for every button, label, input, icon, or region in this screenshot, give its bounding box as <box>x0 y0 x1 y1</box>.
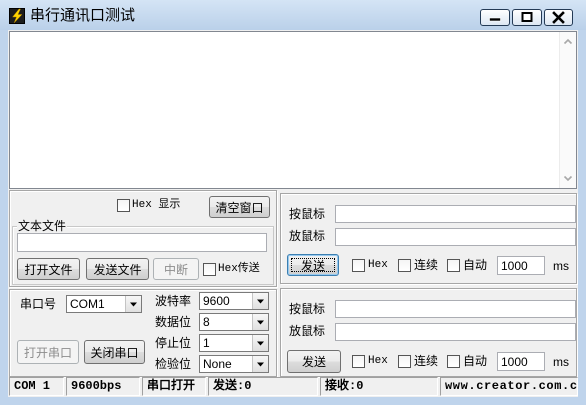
clear-window-button[interactable]: 清空窗口 <box>209 196 270 218</box>
text-file-group: 文本文件 打开文件 发送文件 中断 Hex传送 <box>12 219 274 285</box>
send-button[interactable]: 发送 <box>287 350 341 373</box>
receive-text-area[interactable] <box>9 31 577 189</box>
status-sent-count: 发送:0 <box>208 377 318 396</box>
title-bar[interactable]: 串行通讯口测试 <box>0 0 586 30</box>
open-file-button[interactable]: 打开文件 <box>17 258 80 280</box>
press-input[interactable] <box>335 300 576 318</box>
continuous-checkbox[interactable] <box>398 355 411 368</box>
send-file-button-label: 发送文件 <box>93 262 142 277</box>
data-bits-value: 8 <box>203 315 210 329</box>
open-file-button-label: 打开文件 <box>24 262 73 277</box>
window-title: 串行通讯口测试 <box>30 7 136 24</box>
chevron-down-icon[interactable] <box>125 296 141 312</box>
chevron-down-icon[interactable] <box>252 293 268 309</box>
send-panel-1: 按鼠标 放鼠标 发送 Hex 连续 自动 1000 ms <box>280 193 577 284</box>
parity-label: 检验位 <box>155 357 192 371</box>
interval-unit: ms <box>553 355 569 369</box>
lightning-bolt-icon[interactable] <box>9 8 25 24</box>
hex-checkbox-label[interactable]: Hex <box>368 258 388 272</box>
hex-send-label[interactable]: Hex传送 <box>218 262 260 276</box>
status-received-count: 接收:0 <box>320 377 438 396</box>
text-file-group-label: 文本文件 <box>17 219 68 233</box>
auto-checkbox-label[interactable]: 自动 <box>463 258 487 272</box>
interrupt-button-label: 中断 <box>163 262 188 277</box>
stop-bits-value: 1 <box>203 336 210 350</box>
maximize-icon <box>513 10 541 25</box>
send-button[interactable]: 发送 <box>287 254 339 276</box>
baud-rate-select[interactable]: 9600 <box>199 292 269 310</box>
close-icon <box>545 10 573 25</box>
status-port: COM 1 <box>9 377 64 396</box>
clear-window-button-label: 清空窗口 <box>215 200 264 215</box>
interval-input[interactable]: 1000 <box>497 256 545 275</box>
scroll-down-arrow-icon[interactable] <box>560 170 576 186</box>
scroll-up-arrow-icon[interactable] <box>560 34 576 50</box>
close-port-button[interactable]: 关闭串口 <box>84 340 145 364</box>
press-label: 按鼠标 <box>289 302 326 316</box>
interval-input[interactable]: 1000 <box>497 352 545 371</box>
status-baud: 9600bps <box>66 377 140 396</box>
interval-value: 1000 <box>501 354 528 369</box>
parity-select[interactable]: None <box>199 355 269 373</box>
status-port-state: 串口打开 <box>142 377 206 396</box>
port-select-value: COM1 <box>70 297 105 311</box>
baud-rate-value: 9600 <box>203 294 230 308</box>
minimize-button[interactable] <box>480 9 510 26</box>
continuous-checkbox[interactable] <box>398 259 411 272</box>
baud-rate-label: 波特率 <box>155 294 192 308</box>
press-input[interactable] <box>335 205 576 223</box>
chevron-down-icon[interactable] <box>252 314 268 330</box>
continuous-checkbox-label[interactable]: 连续 <box>414 354 438 368</box>
minimize-icon <box>481 10 509 25</box>
display-and-file-panel: Hex 显示 清空窗口 文本文件 打开文件 发送文件 中断 Hex传送 <box>9 190 277 287</box>
release-input[interactable] <box>335 323 576 341</box>
receive-text <box>13 34 556 186</box>
send-file-button[interactable]: 发送文件 <box>86 258 149 280</box>
open-port-button-label: 打开串口 <box>23 345 72 360</box>
chevron-down-icon[interactable] <box>252 335 268 351</box>
port-select[interactable]: COM1 <box>66 295 142 313</box>
close-port-button-label: 关闭串口 <box>90 345 139 360</box>
stop-bits-label: 停止位 <box>155 336 192 350</box>
send-button-label: 发送 <box>301 355 326 369</box>
stop-bits-select[interactable]: 1 <box>199 334 269 352</box>
status-bar: COM 1 9600bps 串口打开 发送:0 接收:0 www.creator… <box>9 377 578 396</box>
release-label: 放鼠标 <box>289 324 326 338</box>
interval-value: 1000 <box>501 258 528 273</box>
hex-checkbox[interactable] <box>352 355 365 368</box>
interrupt-button[interactable]: 中断 <box>153 258 199 280</box>
send-panel-2: 按鼠标 放鼠标 发送 Hex 连续 自动 1000 ms <box>280 288 577 377</box>
auto-checkbox-label[interactable]: 自动 <box>463 354 487 368</box>
chevron-down-icon[interactable] <box>252 356 268 372</box>
hex-checkbox[interactable] <box>352 259 365 272</box>
hex-display-checkbox[interactable] <box>117 199 130 212</box>
interval-unit: ms <box>553 259 569 273</box>
open-port-button[interactable]: 打开串口 <box>17 340 79 364</box>
send-button-label: 发送 <box>300 258 325 273</box>
auto-checkbox[interactable] <box>447 259 460 272</box>
parity-value: None <box>203 357 232 371</box>
serial-settings-panel: 串口号 COM1 波特率 9600 数据位 8 停止位 1 检验位 None 打… <box>9 289 277 377</box>
release-input[interactable] <box>335 228 576 246</box>
serial-port-test-window: { "window": { "title": "串行通讯口测试", "app_i… <box>0 0 586 405</box>
hex-checkbox-label[interactable]: Hex <box>368 354 388 368</box>
press-label: 按鼠标 <box>289 207 326 221</box>
data-bits-select[interactable]: 8 <box>199 313 269 331</box>
data-bits-label: 数据位 <box>155 315 192 329</box>
continuous-checkbox-label[interactable]: 连续 <box>414 258 438 272</box>
release-label: 放鼠标 <box>289 229 326 243</box>
port-label: 串口号 <box>20 297 57 311</box>
hex-display-label[interactable]: Hex 显示 <box>132 198 180 212</box>
maximize-button[interactable] <box>512 9 542 26</box>
hex-send-checkbox[interactable] <box>203 263 216 276</box>
status-website: www.creator.com.c <box>440 377 578 396</box>
close-button[interactable] <box>544 9 573 26</box>
receive-scrollbar[interactable] <box>559 32 576 188</box>
auto-checkbox[interactable] <box>447 355 460 368</box>
file-path-input[interactable] <box>17 233 267 252</box>
